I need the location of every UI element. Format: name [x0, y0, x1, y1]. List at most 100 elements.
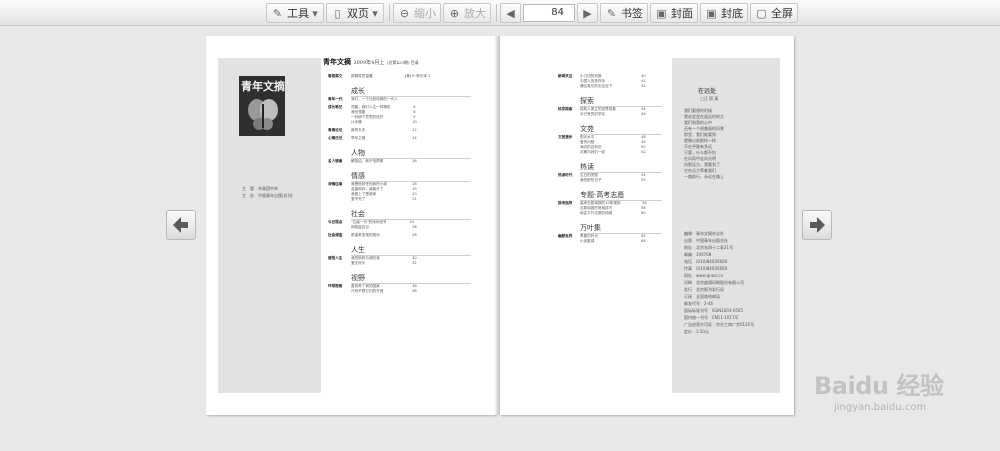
left-arrow-icon: [173, 217, 188, 233]
toc-category: 卷首美文: [328, 74, 343, 78]
poem-line: 不在乎路有多远: [684, 144, 712, 149]
magazine-cover-thumbnail: 青年文摘: [239, 76, 285, 136]
toc-entry[interactable]: 解放后，我不怕再敬 16: [351, 159, 471, 164]
section-heading: 文苑: [580, 125, 594, 133]
toc-category: 热读时代: [558, 173, 573, 177]
cover-icon: ▣: [656, 6, 667, 20]
publisher-line: 主 管 共青团中央: [242, 186, 278, 191]
publisher-line: 主 办 中国青年出版(总)社: [242, 193, 294, 198]
toc-category: 今日视点: [328, 220, 343, 224]
toc-entry[interactable]: 爱无尽头 32: [351, 261, 471, 266]
toc-entry[interactable]: 对已有的旧学名 46: [580, 112, 662, 117]
cover-button[interactable]: ▣ 封面: [650, 3, 698, 23]
issue-subtitle: (总第429期) 目录: [386, 60, 419, 65]
cover-label: 封面: [671, 7, 693, 20]
zoom-out-label: 缩小: [414, 7, 436, 20]
section-heading: 热读: [580, 163, 594, 171]
back-cover-button[interactable]: ▣ 封底: [700, 3, 748, 23]
next-page-arrow[interactable]: [802, 210, 832, 240]
poem-line: 向那远方，我看到了: [684, 162, 720, 167]
next-page-button[interactable]: ▶: [577, 3, 598, 23]
poem-line: 在风雨中走向光明: [684, 156, 716, 161]
toc-category: 社会调查: [328, 233, 343, 237]
toc-entry[interactable]: 愿保来发现的规划 28: [351, 233, 471, 238]
toc-entry[interactable]: 爱不完了 21: [351, 197, 471, 202]
wrench-icon: ✎: [272, 6, 283, 20]
toc-category: 幽默世界: [558, 234, 573, 238]
poem-line: 一路前行，永远在路上: [684, 174, 724, 179]
publication-info-line: 印刷 北京盛通印刷股份有限公司: [684, 280, 744, 285]
publication-info-line: 国际标准刊号 ISSN1003-0565: [684, 308, 744, 313]
bookmark-label: 书签: [621, 7, 643, 20]
book-viewer: 青年文摘 主 管 共青团中央 主 办 中国青年出版(总)社 青年文摘 2009年…: [0, 26, 1000, 451]
page-number-input[interactable]: 84: [523, 4, 575, 22]
bookmark-icon: ✎: [606, 6, 617, 20]
zoom-out-button[interactable]: ⊖ 缩小: [393, 3, 441, 23]
tools-menu-button[interactable]: ✎ 工具 ▾: [266, 3, 324, 23]
publication-info-line: 传真 (010)84035600: [684, 266, 728, 271]
toc-entry[interactable]: 那微笑的温暖 [美]卡·菲尔泽 1: [351, 74, 471, 79]
zoom-out-icon: ⊖: [399, 6, 410, 20]
poem-line: 只要，什么都不怕: [684, 150, 716, 155]
poem-title: 在远处: [698, 88, 717, 95]
toc-entry[interactable]: 我们，一个比较特殊的一代人: [351, 97, 471, 102]
publication-info-line: 订阅 全国各地邮局: [684, 294, 720, 299]
toc-entry[interactable]: 新的天天 12: [351, 128, 471, 133]
chevron-down-icon: ▾: [312, 6, 318, 20]
toc-entry[interactable]: 早年之路 14: [351, 136, 471, 141]
section-heading: 成长: [351, 87, 365, 95]
right-arrow-icon: [810, 217, 825, 233]
view-mode-button[interactable]: ▯ 双页 ▾: [326, 3, 384, 23]
magazine-title-text: 青年文摘: [323, 57, 351, 66]
toc-category: 深情往事: [328, 182, 343, 186]
previous-page-arrow[interactable]: [166, 210, 196, 240]
toc-entry[interactable]: 我的那些日子 55: [580, 178, 662, 183]
section-heading: 人生: [351, 246, 365, 254]
toc-entry[interactable]: 地区平行志愿的填报 60: [580, 211, 662, 216]
section-heading: 情感: [351, 172, 365, 180]
poem-line: 我们和我的心中: [684, 120, 712, 125]
publication-info-line: 地址 北京东四十二条21号: [684, 245, 734, 250]
poem-line: 就像以前那样一样: [684, 138, 716, 143]
chevron-down-icon: ▾: [372, 6, 378, 20]
toc-entry[interactable]: 网络监控记 26: [351, 225, 471, 230]
poem-line: 就必定会在遥远的地方: [684, 114, 724, 119]
toc-category: 科学探索: [558, 107, 573, 111]
right-page: 新闻关注 小刀切的判断 40 中国人的多样化 41 通往吸引的无论百下 42 探索 科学探…: [500, 36, 794, 415]
poem-line: 那里，我们能看到: [684, 132, 716, 137]
prev-arrow-icon: ◀: [506, 6, 515, 20]
previous-page-button[interactable]: ◀: [500, 3, 521, 23]
toc-category: 报考指导: [558, 201, 573, 205]
baidu-jingyan-watermark: Baidu 经验 jingyan.baidu.com: [794, 366, 994, 426]
toc-entry[interactable]: 花期与我们一起 52: [580, 150, 662, 155]
toc-entry[interactable]: 计步器 10: [351, 120, 471, 125]
poem-line: 它在远方等着我们: [684, 168, 716, 173]
poem-author: □汪 国 真: [700, 96, 719, 101]
double-page-icon: ▯: [334, 6, 341, 20]
back-cover-icon: ▣: [706, 6, 717, 20]
toc-category: 环球视角: [328, 284, 343, 288]
zoom-in-button[interactable]: ⊕ 放大: [443, 3, 491, 23]
section-heading: 专题·高考志愿: [580, 191, 625, 199]
toc-category: 心情日记: [328, 136, 343, 140]
toolbar-divider: [389, 4, 390, 22]
toc-entry[interactable]: 只有不想它们的东西 38: [351, 289, 471, 294]
view-mode-label: 双页: [347, 7, 369, 20]
cover-title: 青年文摘: [241, 80, 285, 93]
section-heading: 人物: [351, 149, 365, 157]
fullscreen-button[interactable]: ▢ 全屏: [750, 3, 798, 23]
section-heading: 视野: [351, 274, 365, 282]
toc-entry[interactable]: 小品集锦 64: [580, 239, 662, 244]
watermark-brand: Baidu 经验: [814, 372, 944, 400]
publication-info-line: 邮发代号 2-46: [684, 301, 714, 306]
toc-category: 青年一代: [328, 97, 343, 101]
section-heading: 万叶集: [580, 224, 601, 232]
butterfly-icon: [248, 99, 278, 130]
toc-category: 成长笔记: [328, 105, 343, 109]
bookmark-button[interactable]: ✎ 书签: [600, 3, 648, 23]
toc-entry[interactable]: 通往吸引的无论百下 42: [580, 84, 662, 89]
watermark-url: jingyan.baidu.com: [834, 402, 927, 413]
toc-category: 名人镜像: [328, 159, 343, 163]
zoom-in-label: 放大: [464, 7, 486, 20]
publication-info-line: 国内统一刊号 CN11-1017/C: [684, 315, 739, 320]
